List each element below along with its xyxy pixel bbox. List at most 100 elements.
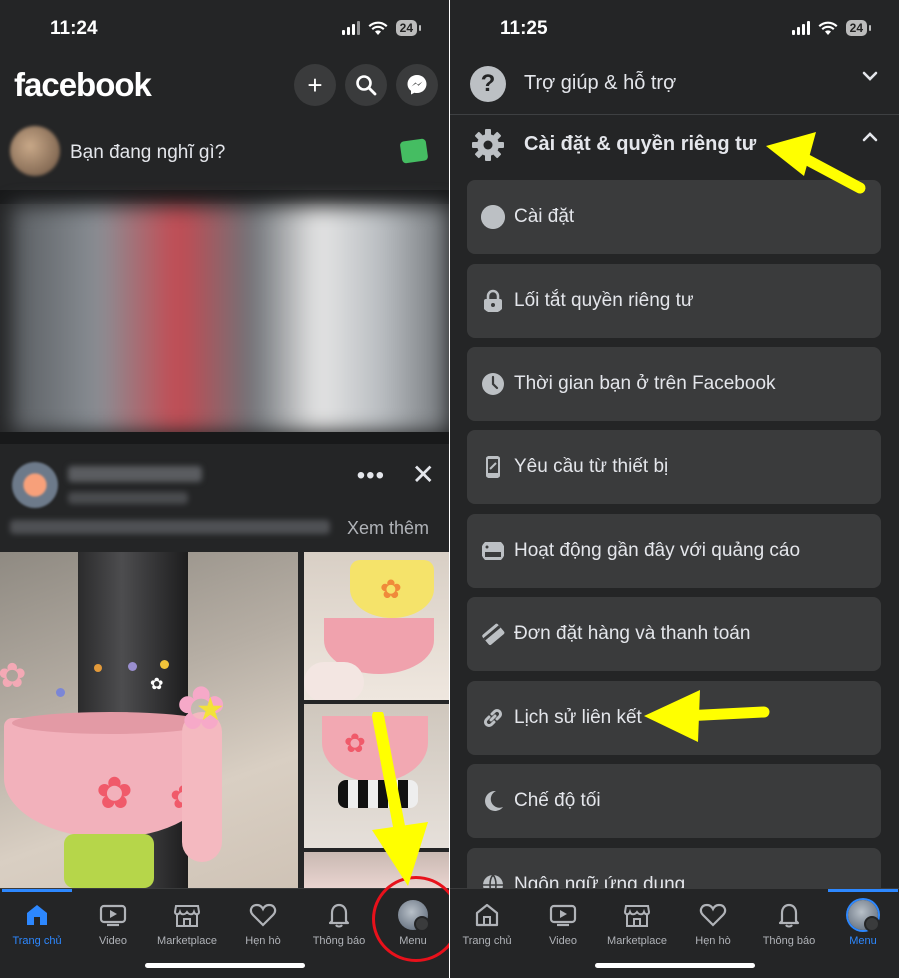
- ad-activity-icon: [482, 542, 504, 560]
- more-options-icon[interactable]: •••: [357, 462, 385, 490]
- home-indicator: [594, 963, 755, 968]
- flower-icon: ✿: [150, 676, 164, 693]
- battery-indicator: 24: [395, 20, 422, 36]
- composer-prompt[interactable]: Bạn đang nghĩ gì?: [70, 142, 225, 164]
- sticker-dot: [56, 688, 65, 697]
- nav-notifications[interactable]: Thông báo: [752, 899, 826, 947]
- nav-dating[interactable]: Hẹn hò: [676, 899, 750, 947]
- menu-item-label: Cài đặt: [514, 206, 575, 227]
- profile-settings-icon: [481, 205, 505, 229]
- post-header: ••• ✕ Xem thêm: [0, 444, 449, 552]
- nav-video[interactable]: Video: [526, 899, 600, 947]
- nav-home[interactable]: Trang chủ: [450, 899, 524, 947]
- menu-item-dark-mode[interactable]: Chế độ tối: [467, 764, 881, 838]
- flower-icon: ✿: [380, 574, 402, 604]
- nav-label: Menu: [849, 935, 877, 947]
- flower-icon: ✿: [96, 769, 133, 818]
- post-photo-top-right[interactable]: ✿: [304, 552, 449, 700]
- menu-item-label: Đơn đặt hàng và thanh toán: [514, 623, 751, 644]
- messenger-button[interactable]: [396, 64, 438, 106]
- profile-avatar-icon: [848, 900, 880, 932]
- blurred-author-name: [68, 466, 202, 482]
- clock-icon: [482, 373, 504, 395]
- nav-menu[interactable]: Menu: [826, 899, 899, 947]
- menu-item-privacy-shortcuts[interactable]: Lối tắt quyền riêng tư: [467, 264, 881, 338]
- status-icons: 24: [341, 20, 422, 36]
- section-settings-privacy[interactable]: Cài đặt & quyền riêng tư: [450, 117, 899, 175]
- photo-icon[interactable]: [399, 138, 429, 164]
- dating-heart-icon: [699, 903, 727, 927]
- status-time: 11:24: [50, 18, 98, 39]
- menu-item-label: Chế độ tối: [514, 790, 601, 811]
- section-help-support[interactable]: ? Trợ giúp & hỗ trợ: [450, 56, 899, 114]
- nav-label: Video: [549, 935, 577, 947]
- photo-pink-cup: [322, 716, 428, 782]
- see-more-link[interactable]: Xem thêm: [347, 518, 429, 539]
- nav-dating[interactable]: Hẹn hò: [226, 899, 300, 947]
- nav-marketplace[interactable]: Marketplace: [600, 899, 674, 947]
- blurred-content-image[interactable]: [12, 206, 449, 432]
- search-button[interactable]: [345, 64, 387, 106]
- bell-icon: [778, 903, 800, 928]
- search-icon: [356, 75, 377, 96]
- dating-heart-icon: [249, 903, 277, 927]
- right-phone-screen: 11:25 24 ? Trợ giúp & hỗ trợ Cài đặt & q…: [450, 0, 899, 978]
- nav-marketplace[interactable]: Marketplace: [150, 899, 224, 947]
- video-icon: [99, 904, 127, 927]
- post-photo-mid-right[interactable]: ✿: [304, 704, 449, 848]
- menu-item-time-on-facebook[interactable]: Thời gian bạn ở trên Facebook: [467, 347, 881, 421]
- menu-item-label: Hoạt động gần đây với quảng cáo: [514, 540, 801, 561]
- chevron-up-icon: [862, 132, 878, 142]
- flower-icon: ✿: [344, 728, 366, 758]
- nav-label: Trang chủ: [462, 935, 512, 947]
- avatar: [10, 126, 60, 176]
- menu-item-recent-ad-activity[interactable]: Hoạt động gần đây với quảng cáo: [467, 514, 881, 588]
- plus-icon: +: [307, 69, 323, 100]
- payment-card-icon: [482, 623, 505, 645]
- link-icon: [483, 708, 503, 728]
- chevron-down-icon: [862, 71, 878, 81]
- menu-item-orders-payments[interactable]: Đơn đặt hàng và thanh toán: [467, 597, 881, 671]
- signal-icon: [341, 21, 360, 35]
- blurred-post-meta: [68, 492, 188, 504]
- status-icons: 24: [791, 20, 872, 36]
- signal-icon: [791, 21, 810, 35]
- home-icon: [475, 903, 499, 927]
- create-plus-button[interactable]: +: [294, 64, 336, 106]
- divider: [450, 114, 899, 115]
- post-composer[interactable]: Bạn đang nghĩ gì?: [0, 118, 449, 190]
- close-icon[interactable]: ✕: [412, 458, 435, 491]
- nav-home[interactable]: Trang chủ: [0, 899, 74, 947]
- gear-icon: [472, 129, 504, 161]
- wifi-icon: [368, 21, 388, 35]
- menu-item-device-requests[interactable]: Yêu cầu từ thiết bị: [467, 430, 881, 504]
- messenger-icon: [407, 75, 427, 95]
- menu-item-settings[interactable]: Cài đặt: [467, 180, 881, 254]
- bell-icon: [328, 903, 350, 928]
- sticker-dot: [94, 664, 102, 672]
- post-photo-grid[interactable]: ✿ ✿ ✿ ★ ✿ ✿ ✿ ✿: [0, 552, 449, 888]
- sticker-dot: [128, 662, 137, 671]
- active-tab-indicator: [2, 889, 72, 892]
- nav-video[interactable]: Video: [76, 899, 150, 947]
- menu-item-label: Lịch sử liên kết: [514, 707, 642, 728]
- post-photo-main[interactable]: ✿ ✿ ✿ ★ ✿ ✿: [0, 552, 298, 888]
- post-author-avatar[interactable]: [12, 462, 58, 508]
- flower-icon: ✿: [0, 657, 27, 695]
- status-bar: 11:24 24: [0, 0, 449, 58]
- nav-label: Video: [99, 935, 127, 947]
- battery-indicator: 24: [845, 20, 872, 36]
- divider: [0, 190, 449, 204]
- nav-label: Marketplace: [607, 935, 667, 947]
- left-phone-screen: 11:24 24 facebook + Bạn đang nghĩ gì? ••…: [0, 0, 449, 978]
- nav-label: Hẹn hò: [695, 935, 731, 947]
- video-icon: [549, 904, 577, 927]
- nav-label: Thông báo: [312, 935, 366, 947]
- section-title: Trợ giúp & hỗ trợ: [524, 72, 677, 94]
- nav-notifications[interactable]: Thông báo: [302, 899, 376, 947]
- moon-icon: [485, 790, 503, 811]
- marketplace-icon: [623, 905, 651, 927]
- menu-item-link-history[interactable]: Lịch sử liên kết: [467, 681, 881, 755]
- menu-item-label: Lối tắt quyền riêng tư: [514, 290, 694, 311]
- bottom-navigation: Trang chủ Video Marketplace Hẹn hò Thông…: [450, 888, 899, 978]
